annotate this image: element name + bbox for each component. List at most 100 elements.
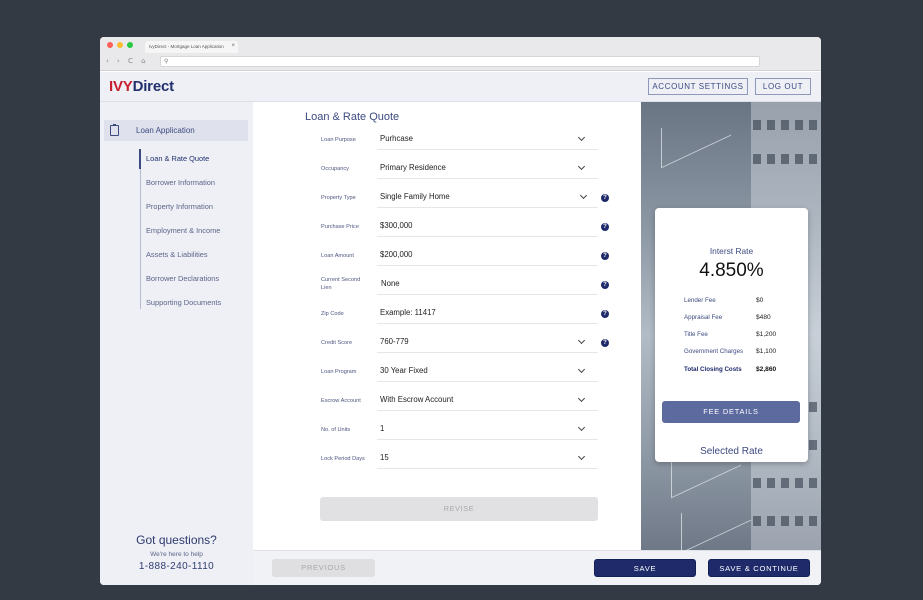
field-lock-period-days[interactable]: Lock Period Days 15 <box>253 445 641 474</box>
browser-tab[interactable]: IvyDirect - Mortgage Loan Application × <box>145 41 238 53</box>
field-underline <box>377 323 598 324</box>
questions-title: Got questions? <box>136 533 217 547</box>
previous-button[interactable]: PREVIOUS <box>272 559 375 577</box>
tab-title: IvyDirect - Mortgage Loan Application <box>149 44 224 49</box>
field-label: Loan Amount <box>321 253 354 259</box>
field-label: Purchase Price <box>321 224 359 230</box>
chevron-down-icon[interactable] <box>577 423 586 432</box>
step-employment-income[interactable]: Employment & Income <box>146 226 220 235</box>
chevron-down-icon[interactable] <box>577 133 586 142</box>
chevron-down-icon[interactable] <box>579 191 588 200</box>
revise-button[interactable]: REVISE <box>320 497 598 521</box>
maximize-window-button[interactable] <box>127 42 133 48</box>
questions-subtitle: We're here to help <box>150 551 203 558</box>
fire-escape <box>681 480 751 550</box>
field-underline <box>377 294 598 295</box>
sidebar-item-label: Loan Application <box>136 126 195 135</box>
help-icon[interactable]: ? <box>601 223 609 231</box>
property-type-select[interactable]: Single Family Home <box>380 192 450 201</box>
step-track <box>140 149 141 309</box>
field-zip-code[interactable]: Zip Code Example: 11417 ? <box>253 300 641 329</box>
chevron-down-icon[interactable] <box>577 365 586 374</box>
occupancy-select[interactable]: Primary Residence <box>380 163 446 172</box>
chevron-down-icon[interactable] <box>577 336 586 345</box>
search-icon: ⚲ <box>164 59 169 65</box>
help-icon[interactable]: ? <box>601 281 609 289</box>
loan-purpose-select[interactable]: Purhcase <box>380 134 413 143</box>
fee-row: Appraisal Fee $480 <box>655 314 808 326</box>
rate-value: 4.850% <box>699 260 764 281</box>
step-supporting-documents[interactable]: Supporting Documents <box>146 298 221 307</box>
browser-nav-icons[interactable]: ‹ › C ⌂ <box>106 57 149 65</box>
fee-name: Government Charges <box>684 348 744 355</box>
close-window-button[interactable] <box>107 42 113 48</box>
save-continue-button[interactable]: SAVE & CONTINUE <box>708 559 810 577</box>
field-no-of-units[interactable]: No. of Units 1 <box>253 416 641 445</box>
loan-program-select[interactable]: 30 Year Fixed <box>380 366 428 375</box>
credit-score-select[interactable]: 760-779 <box>380 337 409 346</box>
step-loan-rate-quote[interactable]: Loan & Rate Quote <box>146 154 209 163</box>
address-bar[interactable]: ⚲ <box>160 56 760 67</box>
logo[interactable]: IVYDirect <box>109 78 174 95</box>
zip-code-input[interactable]: Example: 11417 <box>380 308 436 317</box>
logo-direct: Direct <box>132 78 175 95</box>
step-assets-liabilities[interactable]: Assets & Liabilities <box>146 250 208 259</box>
step-borrower-information[interactable]: Borrower Information <box>146 178 215 187</box>
chevron-down-icon[interactable] <box>577 394 586 403</box>
field-underline <box>377 352 598 353</box>
save-button[interactable]: SAVE <box>594 559 696 577</box>
fee-name: Title Fee <box>684 331 708 338</box>
support-phone[interactable]: 1-888-240-1110 <box>100 561 253 572</box>
second-lien-input[interactable]: None <box>381 279 400 288</box>
field-underline <box>377 207 598 208</box>
help-icon[interactable]: ? <box>601 194 609 202</box>
fee-details-button[interactable]: FEE DETAILS <box>662 401 800 423</box>
clipboard-icon <box>110 124 119 136</box>
field-label: No. of Units <box>321 427 351 433</box>
minimize-window-button[interactable] <box>117 42 123 48</box>
tab-close-icon[interactable]: × <box>231 43 235 49</box>
field-label: Lock Period Days <box>321 456 365 462</box>
field-label: Current Second Lien <box>321 277 361 291</box>
chevron-down-icon[interactable] <box>577 452 586 461</box>
field-purchase-price[interactable]: Purchase Price $300,000 ? <box>253 213 641 242</box>
loan-amount-input[interactable]: $200,000 <box>380 250 413 259</box>
sidebar-item-loan-application[interactable]: Loan Application <box>104 120 248 141</box>
field-property-type[interactable]: Property Type Single Family Home ? <box>253 184 641 213</box>
fee-name: Lender Fee <box>684 297 716 304</box>
app: IVYDirect ACCOUNT SETTINGS LOG OUT Loan … <box>100 72 821 585</box>
field-current-second-lien[interactable]: Current Second Lien None ? <box>253 271 641 300</box>
step-property-information[interactable]: Property Information <box>146 202 213 211</box>
field-underline <box>377 410 598 411</box>
field-occupancy[interactable]: Occupancy Primary Residence <box>253 155 641 184</box>
step-borrower-declarations[interactable]: Borrower Declarations <box>146 274 219 283</box>
fee-value: $0 <box>756 297 764 304</box>
field-credit-score[interactable]: Credit Score 760-779 ? <box>253 329 641 358</box>
loan-form: Loan & Rate Quote Loan Purpose Purhcase … <box>253 102 641 550</box>
help-icon[interactable]: ? <box>601 310 609 318</box>
help-icon[interactable]: ? <box>601 252 609 260</box>
help-icon[interactable]: ? <box>601 339 609 347</box>
field-loan-purpose[interactable]: Loan Purpose Purhcase <box>253 126 641 155</box>
account-settings-button[interactable]: ACCOUNT SETTINGS <box>648 78 748 95</box>
field-label: Occupancy <box>321 166 349 172</box>
field-label: Escrow Account <box>321 398 361 404</box>
field-escrow-account[interactable]: Escrow Account With Escrow Account <box>253 387 641 416</box>
window-row <box>753 478 819 488</box>
purchase-price-input[interactable]: $300,000 <box>380 221 413 230</box>
field-loan-program[interactable]: Loan Program 30 Year Fixed <box>253 358 641 387</box>
field-underline <box>377 381 598 382</box>
fee-row: Title Fee $1,200 <box>655 331 808 343</box>
units-select[interactable]: 1 <box>380 424 384 433</box>
escrow-account-select[interactable]: With Escrow Account <box>380 395 453 404</box>
field-underline <box>377 468 598 469</box>
sidebar: Loan Application Loan & Rate Quote Borro… <box>100 102 253 585</box>
fee-row-total: Total Closing Costs $2,860 <box>655 366 808 378</box>
chevron-down-icon[interactable] <box>577 162 586 171</box>
log-out-button[interactable]: LOG OUT <box>755 78 811 95</box>
field-label: Credit Score <box>321 340 353 346</box>
field-loan-amount[interactable]: Loan Amount $200,000 ? <box>253 242 641 271</box>
field-underline <box>377 265 598 266</box>
lock-period-select[interactable]: 15 <box>380 453 389 462</box>
field-underline <box>377 439 598 440</box>
